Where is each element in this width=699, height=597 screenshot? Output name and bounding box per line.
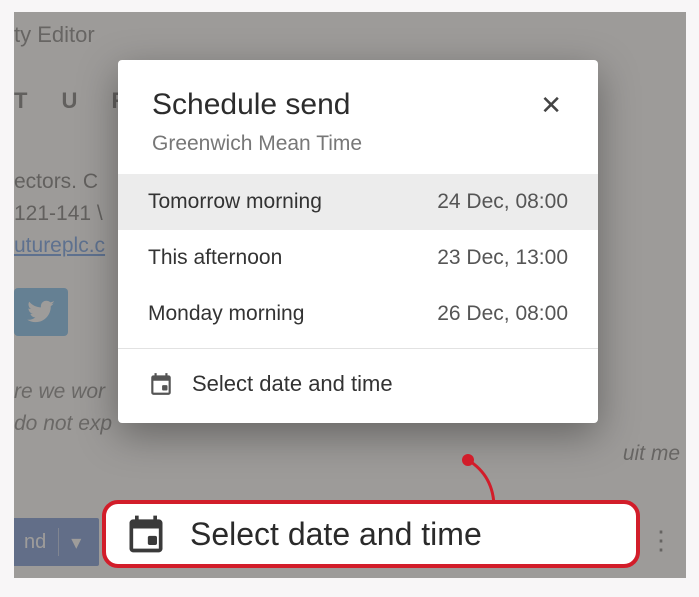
annotation-callout: Select date and time bbox=[102, 500, 640, 568]
option-time: 26 Dec, 08:00 bbox=[437, 302, 568, 326]
send-label: nd bbox=[24, 531, 46, 554]
option-label: Tomorrow morning bbox=[148, 190, 322, 214]
timezone-label: Greenwich Mean Time bbox=[118, 132, 598, 174]
schedule-send-dialog: Schedule send ✕ Greenwich Mean Time Tomo… bbox=[118, 60, 598, 423]
twitter-icon[interactable] bbox=[14, 288, 68, 336]
more-options-icon[interactable]: ⋮ bbox=[648, 525, 672, 556]
select-date-time-row[interactable]: Select date and time bbox=[118, 349, 598, 423]
select-date-time-label: Select date and time bbox=[192, 371, 393, 397]
schedule-option-monday-morning[interactable]: Monday morning 26 Dec, 08:00 bbox=[118, 286, 598, 342]
annotation-text: Select date and time bbox=[190, 516, 482, 553]
calendar-icon bbox=[148, 371, 174, 397]
annotation-dot bbox=[462, 454, 474, 466]
close-icon[interactable]: ✕ bbox=[534, 88, 568, 122]
schedule-option-this-afternoon[interactable]: This afternoon 23 Dec, 13:00 bbox=[118, 230, 598, 286]
screenshot-frame: ty Editor T U R ectors. C 121-141 \ utur… bbox=[14, 12, 686, 578]
calendar-icon bbox=[124, 512, 168, 556]
option-label: Monday morning bbox=[148, 302, 304, 326]
schedule-option-tomorrow-morning[interactable]: Tomorrow morning 24 Dec, 08:00 bbox=[118, 174, 598, 230]
option-time: 23 Dec, 13:00 bbox=[437, 246, 568, 270]
send-caret-icon[interactable]: ▾ bbox=[71, 530, 81, 555]
send-button[interactable]: nd ▾ bbox=[14, 518, 99, 566]
disclaimer-right-fragment: uit me bbox=[623, 442, 680, 466]
option-time: 24 Dec, 08:00 bbox=[437, 190, 568, 214]
option-label: This afternoon bbox=[148, 246, 282, 270]
dialog-title: Schedule send bbox=[152, 88, 351, 122]
send-divider bbox=[58, 528, 59, 556]
